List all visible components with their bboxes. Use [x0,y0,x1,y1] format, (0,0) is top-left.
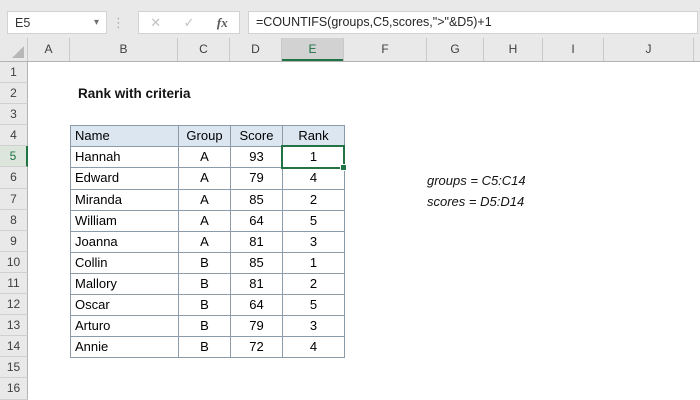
cell-D8[interactable]: 64 [231,210,283,232]
cell-D12[interactable]: 64 [231,295,283,317]
row-header-3[interactable]: 3 [0,104,28,126]
row-header-6[interactable]: 6 [0,167,28,189]
row-header-4[interactable]: 4 [0,125,28,147]
cell-D14[interactable]: 72 [231,337,283,359]
cell-D5[interactable]: 93 [231,147,283,169]
cell-C10[interactable]: B [179,252,231,274]
cell-D7[interactable]: 85 [231,189,283,211]
cell-E8[interactable]: 5 [283,210,345,232]
row-header-5[interactable]: 5 [0,146,28,168]
column-header-B[interactable]: B [70,38,178,61]
column-header-E[interactable]: E [282,38,344,61]
dropdown-arrow-icon[interactable]: ▾ [94,17,106,28]
table-header-group[interactable]: Group [179,126,231,148]
formula-bar: E5 ▾ ⋮ ✕ ✓ fx =COUNTIFS(groups,C5,scores… [0,0,700,38]
cell-B5[interactable]: Hannah [71,147,179,169]
cell-E6[interactable]: 4 [283,168,345,190]
worksheet-title: Rank with criteria [78,86,191,101]
cell-E14[interactable]: 4 [283,337,345,359]
cell-C13[interactable]: B [179,316,231,338]
cell-B11[interactable]: Mallory [71,273,179,296]
column-header-J[interactable]: J [604,38,694,61]
column-header-I[interactable]: I [543,38,604,61]
row-header-11[interactable]: 11 [0,272,28,295]
cell-D13[interactable]: 79 [231,316,283,338]
column-headers: ABCDEFGHIJ [0,38,700,62]
column-header-F[interactable]: F [344,38,427,61]
insert-function-icon[interactable]: fx [217,15,228,31]
cell-D9[interactable]: 81 [231,231,283,253]
row-header-2[interactable]: 2 [0,83,28,105]
column-header-D[interactable]: D [230,38,282,61]
cell-E10[interactable]: 1 [283,252,345,274]
table-header-score[interactable]: Score [231,126,283,148]
cell-C12[interactable]: B [179,295,231,317]
enter-icon[interactable]: ✓ [184,15,195,31]
column-header-H[interactable]: H [484,38,543,61]
row-header-13[interactable]: 13 [0,315,28,337]
column-header-C[interactable]: C [178,38,230,61]
annotation-groups: groups = C5:C14 [427,173,526,188]
column-header-partial[interactable] [694,38,700,61]
row-header-8[interactable]: 8 [0,209,28,231]
cell-reference: E5 [15,15,31,30]
row-header-9[interactable]: 9 [0,230,28,252]
cell-B13[interactable]: Arturo [71,316,179,338]
cell-C14[interactable]: B [179,337,231,359]
cell-D6[interactable]: 79 [231,168,283,190]
table-header-name[interactable]: Name [71,126,179,148]
sheet-area: 1 2 3 4 5 6 7 8 9 10 11 12 13 14 15 16 Rank with criter… [0,62,700,400]
table-header-rank[interactable]: Rank [283,126,345,148]
cell-B14[interactable]: Annie [71,337,179,359]
row-header-16[interactable]: 16 [0,378,28,400]
column-header-G[interactable]: G [427,38,484,61]
cell-C7[interactable]: A [179,189,231,211]
cell-B6[interactable]: Edward [71,168,179,190]
fill-handle[interactable] [340,164,347,171]
select-all-triangle-icon [12,46,24,58]
cell-C5[interactable]: A [179,147,231,169]
column-header-A[interactable]: A [28,38,70,61]
cell-C8[interactable]: A [179,210,231,232]
formula-input[interactable]: =COUNTIFS(groups,C5,scores,">"&D5)+1 [248,11,698,34]
cell-C11[interactable]: B [179,273,231,296]
data-table: Name Group Score Rank Hannah A 93 1 Edward A 79 4 Mi… [70,125,345,359]
cell-E5[interactable]: 1 [283,147,345,169]
cell-B12[interactable]: Oscar [71,295,179,317]
separator-dots-icon: ⋮ [112,15,125,30]
row-header-12[interactable]: 12 [0,294,28,316]
cell-B8[interactable]: William [71,210,179,232]
select-all-corner[interactable] [0,38,28,61]
name-box[interactable]: E5 ▾ [7,11,107,34]
cancel-icon[interactable]: ✕ [150,15,161,31]
excel-window: E5 ▾ ⋮ ✕ ✓ fx =COUNTIFS(groups,C5,scores… [0,0,700,400]
cell-E13[interactable]: 3 [283,316,345,338]
row-header-7[interactable]: 7 [0,188,28,210]
cell-E7[interactable]: 2 [283,189,345,211]
cell-E9[interactable]: 3 [283,231,345,253]
cell-B7[interactable]: Miranda [71,189,179,211]
row-header-1[interactable]: 1 [0,62,28,84]
cell-D10[interactable]: 85 [231,252,283,274]
row-header-14[interactable]: 14 [0,336,28,358]
cell-C6[interactable]: A [179,168,231,190]
formula-buttons: ✕ ✓ fx [138,11,240,34]
cell-E12[interactable]: 5 [283,295,345,317]
row-header-15[interactable]: 15 [0,357,28,379]
annotation-scores: scores = D5:D14 [427,194,525,209]
cell-B10[interactable]: Collin [71,252,179,274]
row-headers: 1 2 3 4 5 6 7 8 9 10 11 12 13 14 15 16 [0,62,28,400]
cell-C9[interactable]: A [179,231,231,253]
cell-D11[interactable]: 81 [231,273,283,296]
row-header-10[interactable]: 10 [0,251,28,273]
cell-E11[interactable]: 2 [283,273,345,296]
cell-B9[interactable]: Joanna [71,231,179,253]
